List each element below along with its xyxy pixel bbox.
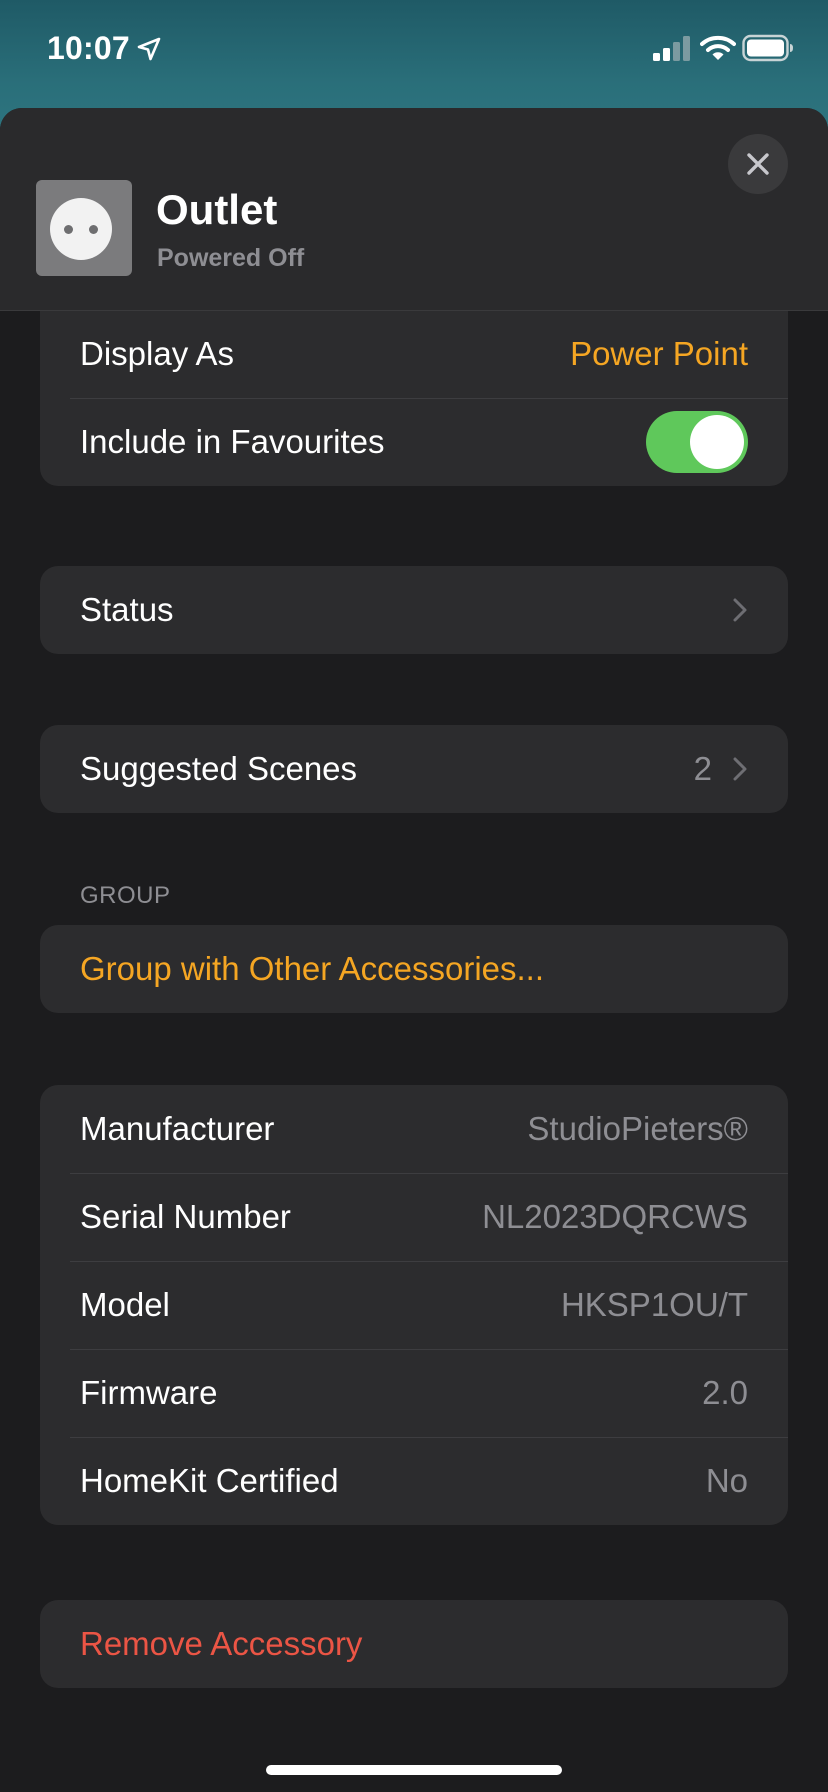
accessory-tile[interactable]	[36, 180, 132, 276]
info-value: 2.0	[702, 1374, 748, 1411]
info-label: Serial Number	[80, 1198, 291, 1235]
info-value: NL2023DQRCWS	[482, 1198, 748, 1235]
screen: 10:07 Outlet Powered Off Display As Powe…	[0, 0, 828, 1792]
favourites-row: Include in Favourites	[40, 398, 788, 486]
accessory-settings-sheet: Outlet Powered Off Display As Power Poin…	[0, 108, 828, 1792]
info-value: No	[705, 1462, 748, 1499]
group-accessories-button[interactable]: Group with Other Accessories...	[80, 950, 544, 988]
info-row-serial-number: Serial Number NL2023DQRCWS	[40, 1173, 788, 1261]
info-value: HKSP1OU/T	[560, 1286, 748, 1323]
status-group: Status	[40, 566, 788, 654]
chevron-right-icon	[733, 598, 747, 622]
suggested-scenes-row[interactable]: Suggested Scenes 2	[40, 725, 788, 813]
toggle-knob	[690, 415, 744, 469]
accessory-status-subtitle: Powered Off	[157, 244, 305, 272]
accessory-title: Outlet	[156, 186, 278, 233]
info-label: Firmware	[80, 1374, 218, 1411]
close-button[interactable]	[728, 134, 788, 194]
home-indicator[interactable]	[266, 1765, 562, 1775]
info-row-firmware: Firmware 2.0	[40, 1349, 788, 1437]
info-row-model: Model HKSP1OU/T	[40, 1261, 788, 1349]
status-time: 10:07	[47, 30, 130, 66]
close-icon	[747, 153, 769, 175]
info-label: HomeKit Certified	[80, 1462, 339, 1499]
status-label: Status	[80, 591, 174, 628]
favourites-label: Include in Favourites	[80, 423, 385, 460]
group-section-header: GROUP	[80, 882, 171, 909]
display-as-value[interactable]: Power Point	[570, 335, 748, 373]
scenes-group: Suggested Scenes 2	[40, 725, 788, 813]
info-label: Manufacturer	[80, 1110, 275, 1147]
suggested-scenes-count: 2	[693, 750, 712, 787]
group-accessories-row[interactable]: Group with Other Accessories...	[40, 925, 788, 1013]
group-action-group: Group with Other Accessories...	[40, 925, 788, 1013]
status-bar: 10:07	[0, 0, 828, 100]
outlet-icon	[50, 198, 112, 260]
info-row-manufacturer: Manufacturer StudioPieters®	[40, 1085, 788, 1173]
suggested-scenes-label: Suggested Scenes	[80, 750, 358, 787]
location-arrow-icon	[137, 37, 161, 61]
info-group: Manufacturer StudioPieters® Serial Numbe…	[40, 1085, 788, 1525]
info-label: Model	[80, 1286, 170, 1323]
battery-icon	[742, 34, 793, 62]
remove-group: Remove Accessory	[40, 1600, 788, 1688]
status-row[interactable]: Status	[40, 566, 788, 654]
sheet-header: Outlet Powered Off	[0, 108, 828, 311]
favourites-toggle[interactable]	[646, 411, 748, 473]
display-as-label: Display As	[80, 335, 235, 372]
cellular-signal-icon	[653, 36, 690, 61]
wifi-icon	[700, 35, 736, 60]
info-row-homekit-certified: HomeKit Certified No	[40, 1437, 788, 1525]
remove-accessory-button[interactable]: Remove Accessory	[80, 1625, 362, 1663]
chevron-right-icon	[733, 757, 747, 781]
info-value: StudioPieters®	[527, 1110, 748, 1147]
display-as-row[interactable]: Display As Power Point	[40, 310, 788, 398]
remove-accessory-row[interactable]: Remove Accessory	[40, 1600, 788, 1688]
